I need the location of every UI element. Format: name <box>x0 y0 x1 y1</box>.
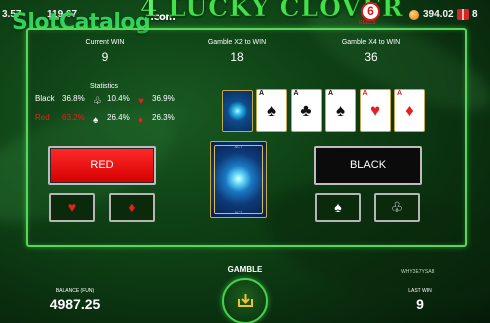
history-card: A ♠ <box>256 89 287 132</box>
card-back-frame <box>214 145 263 214</box>
card-rank: A <box>293 90 299 97</box>
card-suit-icon: ♥ <box>369 101 381 120</box>
stat-value: 26.4% <box>107 112 130 122</box>
clubs-button[interactable]: ♧ <box>374 193 420 222</box>
gamble-button[interactable] <box>222 278 268 323</box>
balance-value: 4987.25 <box>49 296 101 312</box>
clubs-icon: ♧ <box>93 96 102 107</box>
hearts-button[interactable]: ♥ <box>49 193 95 222</box>
top-balance: 394.02 <box>423 9 454 20</box>
reels-badge: 6 <box>361 2 380 21</box>
stat-value: 36.9% <box>152 93 175 103</box>
stat-label: Red <box>35 112 50 122</box>
balance-label: BALANCE (FUN) <box>55 288 95 294</box>
hearts-icon: ♥ <box>138 96 144 107</box>
gift-count: 8 <box>472 9 478 20</box>
stat-value: 63.2% <box>62 112 85 122</box>
card-suit-icon: ♠ <box>266 101 277 120</box>
gamble-x4-value: 36 <box>364 50 378 64</box>
current-card-back: ACT ACT <box>210 141 267 218</box>
history-card: A ♠ <box>325 89 356 132</box>
history-card: A ♦ <box>394 89 425 132</box>
black-button[interactable]: BLACK <box>314 146 422 185</box>
history-card-back <box>222 90 253 132</box>
last-win-label: LAST WIN <box>408 288 432 294</box>
diamonds-button[interactable]: ♦ <box>109 193 155 222</box>
gamble-x2-label: Gamble X2 to WIN <box>207 39 267 46</box>
coin-icon <box>409 10 419 20</box>
history-card: A ♣ <box>290 89 322 132</box>
card-back-text: ACT <box>234 144 243 149</box>
red-button[interactable]: RED <box>48 146 156 185</box>
hearts-icon: ♥ <box>67 199 77 215</box>
last-win-value: 9 <box>416 296 424 312</box>
card-rank: A <box>362 90 368 97</box>
card-back-text: ACT <box>234 210 243 215</box>
card-rank: A <box>259 90 265 97</box>
stat-label: Black <box>35 93 55 103</box>
stat-value: 10.4% <box>107 93 130 103</box>
spades-icon: ♠ <box>334 199 342 215</box>
gamble-x4-label: Gamble X4 to WIN <box>341 39 401 46</box>
top-bar: 3.57 119.67 SlotCatalog.com 4 LUCKY CLOV… <box>0 0 490 35</box>
stat-value: 36.8% <box>62 93 85 103</box>
gift-icon[interactable] <box>457 9 469 20</box>
history-card: A ♥ <box>359 89 391 132</box>
serial-code: WHY3E7YSA8 <box>401 269 435 275</box>
card-suit-icon: ♠ <box>335 101 346 120</box>
gamble-x2-value: 18 <box>230 50 244 64</box>
clubs-icon: ♧ <box>390 199 404 215</box>
card-rank: A <box>397 90 403 97</box>
current-win-label: Current WIN <box>85 39 125 46</box>
card-suit-icon: ♣ <box>300 101 312 120</box>
spades-button[interactable]: ♠ <box>315 193 361 222</box>
current-win-value: 9 <box>101 50 109 64</box>
statistics-title: Statistics <box>90 83 119 90</box>
stat-value: 26.3% <box>152 112 175 122</box>
spades-icon: ♠ <box>93 115 99 126</box>
collect-icon <box>238 294 253 307</box>
diamonds-icon: ♦ <box>138 115 144 126</box>
card-suit-icon: ♦ <box>405 101 414 120</box>
reels-badge-text: REELS <box>359 20 376 26</box>
card-rank: A <box>328 90 334 97</box>
diamonds-icon: ♦ <box>128 199 136 215</box>
